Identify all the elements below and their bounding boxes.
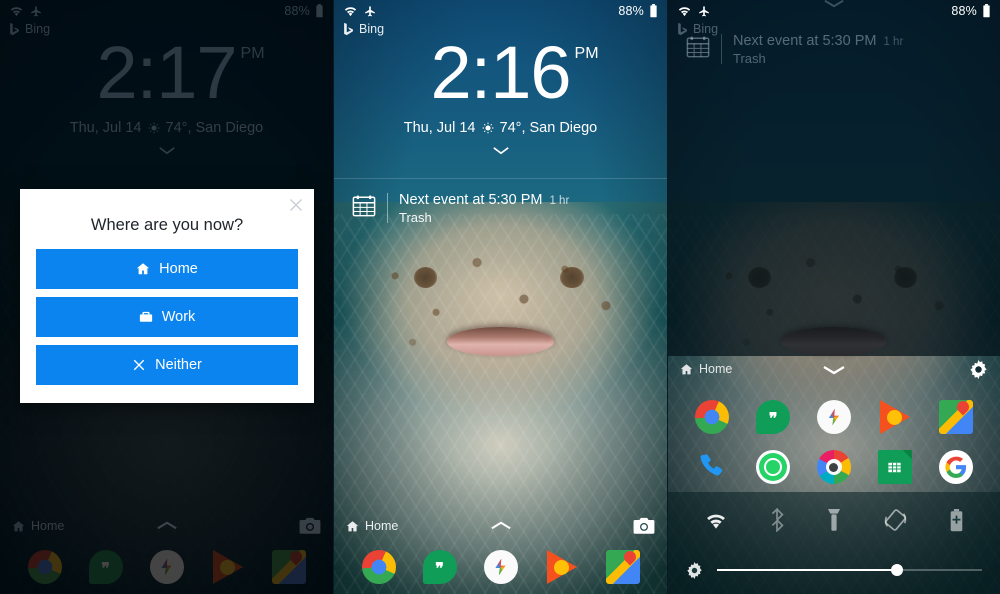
- notification-subtitle: Trash: [733, 51, 766, 66]
- panel-lockscreen-notification: 88% Bing 2:16 PM Thu, Jul 14 74°, San Di…: [333, 0, 667, 594]
- dialog-title: Where are you now?: [90, 216, 244, 234]
- bing-label: Bing: [693, 22, 719, 36]
- hangouts-icon[interactable]: ❞: [756, 400, 791, 434]
- quick-toggle-row: [668, 492, 1000, 548]
- bing-branding: Bing: [677, 22, 718, 36]
- notification-card[interactable]: Next event at 5:30 PM 1 hr Trash: [334, 178, 667, 225]
- brightness-slider[interactable]: [717, 564, 982, 576]
- wifi-icon: [677, 5, 692, 17]
- location-prompt-dialog: Where are you now? Home Work Neither: [20, 189, 314, 403]
- home-indicator[interactable]: Home: [680, 362, 732, 376]
- photos-icon[interactable]: [816, 400, 851, 434]
- notification-duration: 1 hr: [549, 195, 570, 207]
- notification-card[interactable]: Next event at 5:30 PM 1 hr Trash: [668, 33, 1000, 66]
- chrome-icon[interactable]: [361, 550, 396, 584]
- battery-saver-toggle-icon[interactable]: [949, 508, 964, 532]
- dialog-button-work-label: Work: [161, 309, 196, 325]
- notification-subtitle: Trash: [399, 210, 432, 225]
- flashlight-toggle-icon[interactable]: [826, 508, 842, 532]
- home-indicator-row: Home: [334, 513, 667, 539]
- phone-icon[interactable]: [695, 450, 729, 484]
- panel-lockscreen-dialog: 88% Bing 2:17 PM Thu, Jul 14 74°, San Di…: [0, 0, 333, 594]
- weather-sun-icon: [482, 122, 494, 134]
- dock-row: ❞: [334, 545, 667, 589]
- notification-title: Next event at 5:30 PM: [733, 33, 877, 49]
- close-icon[interactable]: [287, 196, 305, 214]
- sheets-icon[interactable]: [877, 450, 912, 484]
- temp-location: 74°, San Diego: [499, 120, 598, 137]
- home-icon: [680, 363, 693, 376]
- camera-icon[interactable]: [633, 517, 655, 535]
- home-label: Home: [699, 362, 733, 376]
- maps-icon[interactable]: [938, 398, 973, 434]
- screenshot-stage: 88% Bing 2:17 PM Thu, Jul 14 74°, San Di…: [0, 0, 1000, 594]
- notification-duration: 1 hr: [883, 36, 904, 48]
- dialog-button-neither-label: Neither: [155, 357, 202, 373]
- app-grid: ❞: [668, 392, 1000, 492]
- clock-time: 2:16: [430, 31, 571, 114]
- camera-app-icon[interactable]: [816, 450, 851, 484]
- home-indicator[interactable]: Home: [346, 519, 398, 533]
- gear-icon[interactable]: [969, 359, 988, 379]
- brightness-control: [668, 548, 1000, 592]
- wifi-toggle-icon[interactable]: [704, 511, 728, 530]
- bing-icon: [677, 22, 688, 36]
- brightness-gear-icon[interactable]: [686, 561, 703, 579]
- auto-rotate-toggle-icon[interactable]: [883, 508, 909, 532]
- bing-label: Bing: [359, 22, 385, 36]
- app-grid-row: [682, 442, 986, 492]
- dialog-button-work[interactable]: Work: [36, 297, 298, 337]
- play-music-icon[interactable]: [878, 400, 912, 434]
- home-icon: [136, 262, 150, 276]
- chevron-down-icon[interactable]: [334, 146, 667, 155]
- lockscreen-clock: 2:16 PM Thu, Jul 14 74°, San Diego: [334, 36, 667, 155]
- briefcase-icon: [139, 310, 153, 324]
- airplane-mode-icon: [363, 5, 377, 18]
- play-music-icon[interactable]: [545, 550, 579, 584]
- dialog-button-home[interactable]: Home: [36, 249, 298, 289]
- home-icon: [346, 520, 359, 533]
- app-grid-row: ❞: [682, 392, 986, 442]
- notification-title: Next event at 5:30 PM: [399, 192, 543, 208]
- calendar-icon: [686, 35, 710, 59]
- panel-quick-settings: 88% Bing Next event at 5:30 PM 1 hr Tras…: [667, 0, 1000, 594]
- chrome-icon[interactable]: [695, 400, 730, 434]
- whatsapp-icon[interactable]: [756, 450, 791, 484]
- maps-icon[interactable]: [605, 548, 640, 584]
- wifi-icon: [343, 5, 358, 17]
- photos-icon[interactable]: [483, 550, 518, 584]
- battery-percent: 88%: [951, 4, 977, 18]
- date-text: Thu, Jul 14: [403, 120, 476, 137]
- battery-percent: 88%: [618, 4, 644, 18]
- quick-settings-panel: [668, 492, 1000, 594]
- airplane-mode-icon: [697, 5, 711, 18]
- bing-icon: [343, 22, 354, 36]
- dialog-button-neither[interactable]: Neither: [36, 345, 298, 385]
- hangouts-icon[interactable]: ❞: [422, 550, 457, 584]
- date-weather-line: Thu, Jul 14 74°, San Diego: [334, 120, 667, 136]
- home-label: Home: [365, 519, 399, 533]
- drawer-header-row: Home: [668, 356, 1000, 382]
- calendar-icon: [352, 194, 376, 218]
- google-icon[interactable]: [938, 450, 973, 484]
- battery-icon: [982, 4, 991, 18]
- clock-ampm: PM: [574, 45, 599, 62]
- bluetooth-toggle-icon[interactable]: [768, 508, 786, 532]
- battery-icon: [649, 4, 658, 18]
- bing-branding: Bing: [343, 22, 384, 36]
- status-bar: 88%: [334, 0, 667, 22]
- dialog-button-home-label: Home: [159, 261, 198, 277]
- status-bar: 88%: [668, 0, 1000, 22]
- x-icon: [132, 358, 146, 372]
